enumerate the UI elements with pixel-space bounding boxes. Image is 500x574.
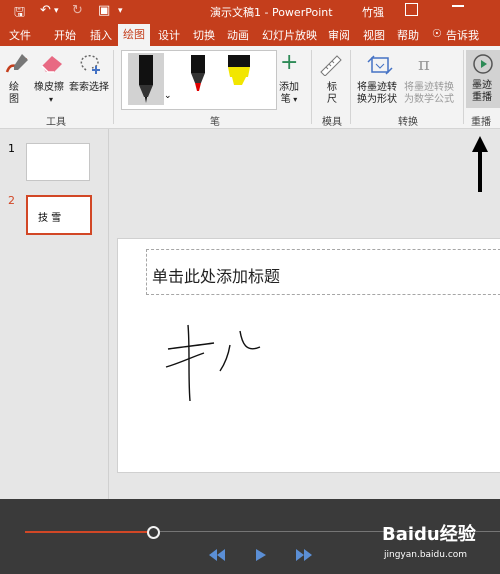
slide-thumbnails-pane: 1 2 技 雪 xyxy=(0,129,109,499)
yellow-highlighter-icon[interactable] xyxy=(224,55,254,89)
ruler-button[interactable]: 标尺 xyxy=(327,82,337,106)
ink-to-math-icon[interactable]: π xyxy=(418,54,430,75)
tab-home[interactable]: 开始 xyxy=(54,27,76,43)
minimize-icon[interactable] xyxy=(452,5,464,7)
watermark-url: jingyan.baidu.com xyxy=(384,550,468,560)
undo-dropdown-icon[interactable]: ▾ xyxy=(54,6,59,16)
ink-replay-label: 墨迹 重播 xyxy=(472,80,492,103)
baidu-watermark: Baidu经验 jingyan.baidu.com xyxy=(382,518,500,568)
customize-qat-icon[interactable]: ▾ xyxy=(118,6,123,16)
pen-options-chevron-icon[interactable]: ⌄ xyxy=(164,91,172,101)
ink-to-shape-button[interactable]: 将墨迹转 换为形状 xyxy=(357,82,397,106)
red-pen-icon[interactable] xyxy=(188,55,208,95)
add-pen-plus-icon[interactable]: + xyxy=(280,52,298,74)
tab-file[interactable]: 文件 xyxy=(9,27,31,43)
watermark-brand: Baidu经验 xyxy=(382,524,476,545)
undo-icon[interactable]: ↶ xyxy=(40,3,51,18)
lasso-select-icon[interactable] xyxy=(78,52,104,76)
eraser-button[interactable]: 橡皮擦 xyxy=(34,82,64,94)
slide-thumbnail[interactable] xyxy=(26,143,90,181)
annotation-arrow-up-icon xyxy=(472,136,488,192)
eraser-dropdown-icon[interactable]: ▾ xyxy=(49,94,53,106)
tab-design[interactable]: 设计 xyxy=(158,27,180,43)
ink-to-math-button[interactable]: 将墨迹转换 为数学公式 xyxy=(404,82,454,106)
tab-help[interactable]: 帮助 xyxy=(397,27,419,43)
slideshow-icon[interactable]: ▣ xyxy=(98,3,110,18)
pens-group-label: 笔 xyxy=(210,117,220,128)
replay-progress xyxy=(25,531,154,533)
ink-replay-button[interactable]: 墨迹 重播 xyxy=(466,50,500,108)
rewind-icon[interactable] xyxy=(209,549,225,561)
tab-animations[interactable]: 动画 xyxy=(227,27,249,43)
ribbon-display-options-icon[interactable] xyxy=(405,3,418,16)
tab-draw[interactable]: 绘图 xyxy=(118,24,150,46)
title-placeholder[interactable]: 单击此处添加标题 xyxy=(146,249,500,295)
group-divider xyxy=(350,50,351,124)
window-title: 演示文稿1 - PowerPoint xyxy=(210,6,333,19)
tools-group-label: 工具 xyxy=(46,117,66,128)
group-divider xyxy=(311,50,312,124)
group-divider xyxy=(463,50,464,124)
tell-me-search[interactable]: 告诉我 xyxy=(446,27,479,43)
handwritten-ink-drawing xyxy=(165,324,261,402)
ruler-icon[interactable] xyxy=(319,54,343,76)
slide-canvas[interactable]: 单击此处添加标题 xyxy=(117,238,500,473)
eraser-icon[interactable] xyxy=(40,52,64,74)
pens-gallery: ⌄ xyxy=(121,50,277,110)
ink-replay-icon xyxy=(473,54,493,74)
ribbon-draw: 绘图 橡皮擦 ▾ 套索选择 工具 ⌄ + 添加笔 ▾ 笔 标 尺 模具 将墨迹转… xyxy=(0,46,500,129)
ribbon-tabs: 文件 开始 插入 绘图 设计 切换 动画 幻灯片放映 审阅 视图 帮助 ☉ 告诉… xyxy=(0,22,500,46)
slide-thumbnail-selected[interactable]: 技 雪 xyxy=(26,195,92,235)
slide-number: 2 xyxy=(8,194,15,207)
replay-group-label: 重播 xyxy=(471,117,491,128)
stencils-group-label: 模具 xyxy=(322,117,342,128)
group-divider xyxy=(113,50,114,124)
tab-slideshow[interactable]: 幻灯片放映 xyxy=(262,27,317,43)
tab-transitions[interactable]: 切换 xyxy=(193,27,215,43)
draw-pen-icon[interactable] xyxy=(4,52,30,76)
ink-to-shape-icon[interactable] xyxy=(366,52,394,78)
lasso-select-button[interactable]: 套索选择 xyxy=(69,82,109,94)
tab-review[interactable]: 审阅 xyxy=(328,27,350,43)
draw-button-label[interactable]: 绘图 xyxy=(9,82,19,106)
play-icon[interactable] xyxy=(255,549,267,561)
lightbulb-icon: ☉ xyxy=(432,27,442,40)
replay-scrubber-handle[interactable] xyxy=(147,526,161,539)
add-pen-button[interactable]: 添加笔 ▾ xyxy=(279,82,299,106)
user-name[interactable]: 竹强 xyxy=(362,4,384,20)
tab-insert[interactable]: 插入 xyxy=(90,27,112,43)
tab-view[interactable]: 视图 xyxy=(363,27,385,43)
convert-group-label: 转换 xyxy=(398,117,418,128)
thumbnail-handwriting: 技 雪 xyxy=(38,213,62,224)
fast-forward-icon[interactable] xyxy=(296,549,312,561)
black-pen-icon[interactable] xyxy=(136,55,156,105)
slide-number: 1 xyxy=(8,142,15,155)
title-bar: 🖫 ↶ ▾ ↻ ▣ ▾ 演示文稿1 - PowerPoint 竹强 xyxy=(0,0,500,22)
redo-icon[interactable]: ↻ xyxy=(72,3,83,18)
